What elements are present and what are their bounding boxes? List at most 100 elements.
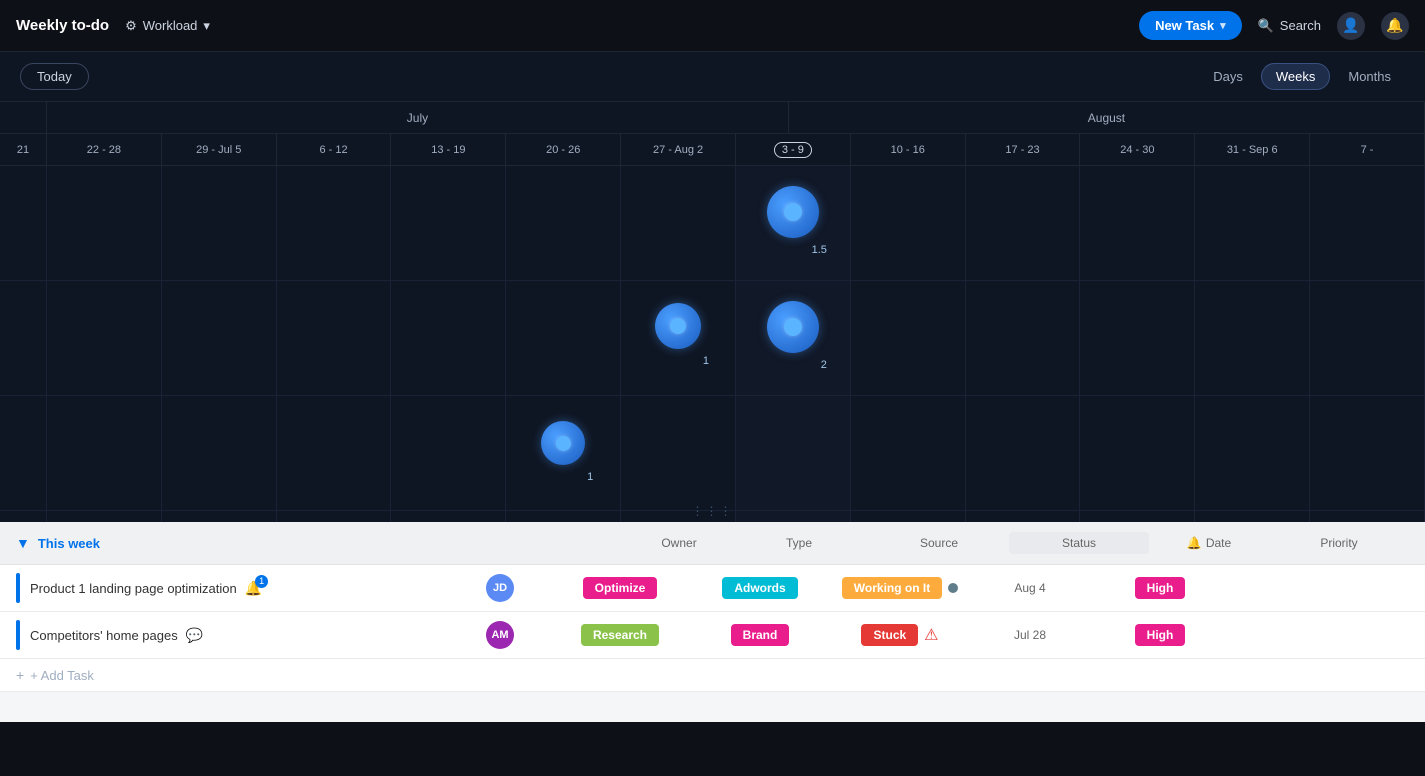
drag-handle[interactable]: ⋮⋮⋮ — [692, 504, 734, 518]
week-col-22-28: 22 - 28 — [47, 134, 162, 165]
bubble-inner — [670, 318, 686, 334]
source-cell: Brand — [690, 624, 830, 646]
task-date: Jul 28 — [1014, 628, 1046, 642]
nav-left: Weekly to-do ⚙ Workload ▾ — [16, 17, 210, 34]
notification-icon[interactable]: 🔔 1 — [245, 580, 262, 597]
cell — [47, 511, 162, 522]
workload-bubble — [655, 303, 701, 349]
workload-button[interactable]: ⚙ Workload ▾ — [125, 18, 210, 34]
bubble-label: 1 — [703, 355, 709, 367]
week-headers: 21 22 - 28 29 - Jul 5 6 - 12 13 - 19 20 … — [0, 134, 1425, 166]
alert-icon: ⚠ — [924, 625, 938, 645]
week-col-27-2: 27 - Aug 2 — [621, 134, 736, 165]
cell-current-row1: 1.5 — [736, 166, 851, 280]
week-col-24-30: 24 - 30 — [1080, 134, 1195, 165]
cell — [391, 396, 506, 510]
view-months-button[interactable]: Months — [1334, 64, 1405, 89]
cell — [391, 166, 506, 280]
grid-row-2: 1 2 — [0, 281, 1425, 396]
date-cell: Jul 28 — [970, 628, 1090, 642]
august-label: August — [789, 102, 1425, 133]
cell — [0, 396, 47, 510]
bubble-inner — [784, 318, 802, 336]
bubble-inner — [784, 203, 802, 221]
cell — [0, 281, 47, 395]
workload-bubble — [767, 301, 819, 353]
priority-cell: High — [1090, 624, 1230, 646]
col-owner-label: Owner — [629, 536, 729, 550]
section-toggle[interactable]: ▼ — [16, 535, 30, 551]
top-navigation: Weekly to-do ⚙ Workload ▾ New Task ▾ 🔍 S… — [0, 0, 1425, 52]
add-task-row[interactable]: + + Add Task — [0, 659, 1425, 692]
cell-current-row2: 2 — [736, 281, 851, 395]
source-tag: Adwords — [722, 577, 797, 599]
cell — [162, 281, 277, 395]
col-date-label: 🔔 Date — [1149, 536, 1269, 550]
grid-row-1: 1.5 — [0, 166, 1425, 281]
cell — [851, 396, 966, 510]
cell-row3-col5: 1 — [506, 396, 621, 510]
owner-cell: JD — [450, 574, 550, 602]
week-col-29-5: 29 - Jul 5 — [162, 134, 277, 165]
section-title: This week — [38, 536, 334, 551]
week-col-6-12: 6 - 12 — [277, 134, 392, 165]
cell — [1310, 511, 1425, 522]
status-tag: Stuck — [861, 624, 918, 646]
cell — [621, 166, 736, 280]
today-button[interactable]: Today — [20, 63, 89, 90]
badge-number: 1 — [255, 575, 268, 588]
task-bar — [16, 573, 20, 603]
cell — [966, 396, 1081, 510]
new-task-button[interactable]: New Task ▾ — [1139, 11, 1242, 40]
type-tag: Optimize — [583, 577, 658, 599]
col-type-label: Type — [729, 536, 869, 550]
week-col-31-6: 31 - Sep 6 — [1195, 134, 1310, 165]
task-bar — [16, 620, 20, 650]
bubble-row3-col5: 1 — [541, 421, 585, 465]
search-button[interactable]: 🔍 Search — [1258, 18, 1321, 34]
col-status-label: Status — [1009, 532, 1149, 554]
notifications-icon[interactable]: 🔔 — [1381, 12, 1409, 40]
cell — [966, 166, 1081, 280]
week-col-20-26: 20 - 26 — [506, 134, 621, 165]
cell-current-row4 — [736, 511, 851, 522]
july-label: July — [47, 102, 789, 133]
week-col-3-9: 3 - 9 — [736, 134, 851, 165]
cell — [851, 166, 966, 280]
chevron-down-icon: ▾ — [1220, 19, 1226, 32]
type-tag: Research — [581, 624, 659, 646]
status-cell: Stuck ⚠ — [830, 624, 970, 646]
user-avatar[interactable]: 👤 — [1337, 12, 1365, 40]
cell — [1195, 511, 1310, 522]
view-weeks-button[interactable]: Weeks — [1261, 63, 1331, 90]
task-date: Aug 4 — [1014, 581, 1045, 595]
cell — [277, 166, 392, 280]
cell — [1310, 166, 1425, 280]
cell — [1195, 396, 1310, 510]
view-days-button[interactable]: Days — [1199, 64, 1257, 89]
owner-avatar: AM — [486, 621, 514, 649]
cell — [47, 396, 162, 510]
cell — [1195, 281, 1310, 395]
bubble-row1-col7: 1.5 — [767, 186, 819, 238]
cell — [621, 396, 736, 510]
cell — [47, 166, 162, 280]
week-col-7: 7 - — [1310, 134, 1425, 165]
priority-tag: High — [1135, 577, 1186, 599]
cell — [1080, 166, 1195, 280]
owner-cell: AM — [450, 621, 550, 649]
cell — [162, 166, 277, 280]
add-task-label: + Add Task — [30, 668, 94, 683]
cell — [1310, 281, 1425, 395]
type-cell: Research — [550, 624, 690, 646]
bubble-label: 1.5 — [812, 244, 827, 256]
cell — [506, 511, 621, 522]
cell — [1080, 511, 1195, 522]
status-cell: Working on It — [830, 577, 970, 599]
cell — [277, 396, 392, 510]
cell — [0, 511, 47, 522]
section-header: ▼ This week Owner Type Source Status 🔔 D… — [0, 522, 1425, 565]
bubble-label: 1 — [587, 471, 593, 483]
week-col-21: 21 — [0, 134, 47, 165]
comment-icon[interactable]: 💬 — [186, 627, 203, 644]
